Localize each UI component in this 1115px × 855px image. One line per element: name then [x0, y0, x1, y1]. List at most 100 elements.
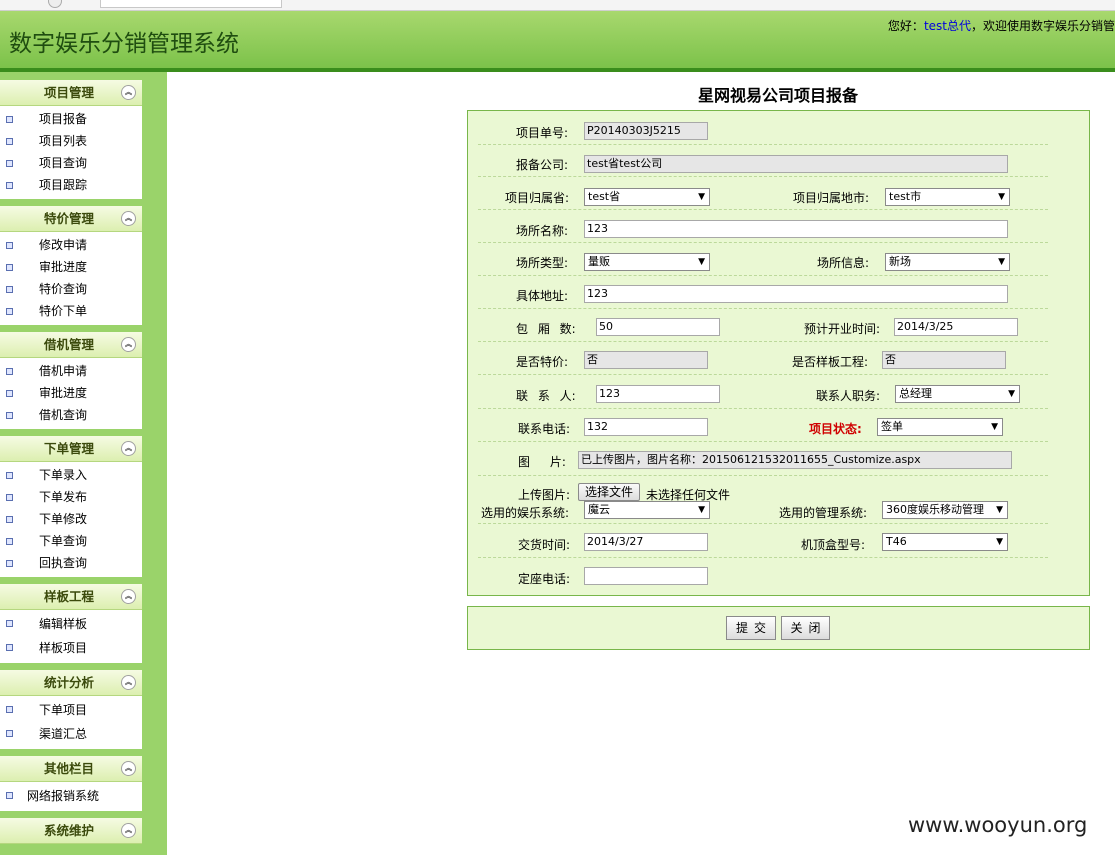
form-row: 具体地址: 123: [478, 276, 1048, 309]
rooms-input[interactable]: 50: [596, 318, 720, 336]
collapse-icon[interactable]: ︽: [121, 761, 136, 776]
sidebar-item-special-order[interactable]: 特价下单: [0, 300, 142, 322]
status-select[interactable]: 签单 ▼: [877, 418, 1003, 436]
sidebar-item-modify-request[interactable]: 修改申请: [0, 234, 142, 256]
current-user-link[interactable]: test总代: [924, 19, 971, 33]
collapse-icon[interactable]: ︽: [121, 441, 136, 456]
ent-system-select[interactable]: 魔云 ▼: [584, 501, 710, 519]
city-label: 项目归属地市:: [793, 191, 870, 205]
bullet-icon: [6, 494, 13, 501]
choose-file-button[interactable]: 选择文件: [578, 483, 641, 501]
collapse-icon[interactable]: ︽: [121, 337, 136, 352]
sidebar-section-title: 统计分析: [43, 675, 94, 690]
mgmt-system-select[interactable]: 360度娱乐移动管理 ▼: [882, 501, 1008, 519]
app-header: 数字娱乐分销管理系统 您好：test总代，欢迎使用数字娱乐分销管: [0, 11, 1115, 72]
company-label: 报备公司:: [516, 158, 569, 172]
bullet-icon: [6, 792, 13, 799]
sidebar-item-order-publish[interactable]: 下单发布: [0, 486, 142, 508]
contact-title-select[interactable]: 总经理 ▼: [895, 385, 1020, 403]
collapse-icon[interactable]: ︽: [121, 589, 136, 604]
sidebar-item-label: 审批进度: [39, 260, 88, 274]
collapse-icon[interactable]: ︽: [121, 823, 136, 838]
sidebar-item-label: 下单项目: [39, 703, 88, 717]
chevron-down-icon: ▼: [998, 257, 1005, 267]
sidebar-item-project-query[interactable]: 项目查询: [0, 152, 142, 174]
sidebar-section-other[interactable]: 其他栏目 ︽: [0, 756, 142, 782]
sidebar-item-edit-sample[interactable]: 编辑样板: [0, 612, 142, 636]
stb-model-select[interactable]: T46 ▼: [882, 533, 1008, 551]
form-row: 项目归属省: test省 ▼ 项目归属地市: test市 ▼: [478, 177, 1048, 210]
open-date-input[interactable]: 2014/3/25: [894, 318, 1018, 336]
sidebar-section-special-price[interactable]: 特价管理 ︽: [0, 206, 142, 232]
address-input[interactable]: 123: [584, 285, 1008, 303]
form-row: 场所名称: 123: [478, 210, 1048, 243]
sidebar: 项目管理 ︽ 项目报备 项目列表 项目查询 项目跟踪 特价管理 ︽ 修改申请 审…: [0, 72, 167, 855]
sidebar-item-expense-system[interactable]: 网络报销系统: [0, 784, 142, 808]
sidebar-item-channel-summary[interactable]: 渠道汇总: [0, 722, 142, 746]
city-select[interactable]: test市 ▼: [885, 188, 1010, 206]
sidebar-item-project-track[interactable]: 项目跟踪: [0, 174, 142, 196]
chevron-down-icon: ▼: [998, 192, 1005, 202]
browser-address-bar[interactable]: [100, 0, 282, 8]
delivery-date-input[interactable]: 2014/3/27: [584, 533, 708, 551]
sidebar-item-order-query[interactable]: 下单查询: [0, 530, 142, 552]
sidebar-item-project-report[interactable]: 项目报备: [0, 108, 142, 130]
sidebar-item-order-project[interactable]: 下单项目: [0, 698, 142, 722]
collapse-icon[interactable]: ︽: [121, 675, 136, 690]
landline-input[interactable]: [584, 567, 708, 585]
sidebar-item-project-list[interactable]: 项目列表: [0, 130, 142, 152]
sidebar-section-borrow[interactable]: 借机管理 ︽: [0, 332, 142, 358]
form-row: 交货时间: 2014/3/27 机顶盒型号: T46 ▼: [478, 524, 1048, 558]
bullet-icon: [6, 516, 13, 523]
sidebar-section-title: 特价管理: [43, 211, 94, 226]
action-bar: 提交 关闭: [467, 606, 1090, 650]
sidebar-item-borrow-approval[interactable]: 审批进度: [0, 382, 142, 404]
collapse-icon[interactable]: ︽: [121, 211, 136, 226]
sidebar-item-special-query[interactable]: 特价查询: [0, 278, 142, 300]
sidebar-item-label: 借机申请: [39, 364, 88, 378]
bullet-icon: [6, 182, 13, 189]
submit-button[interactable]: 提交: [726, 616, 776, 640]
sidebar-section-title: 样板工程: [43, 589, 94, 604]
sidebar-section-order[interactable]: 下单管理 ︽: [0, 436, 142, 462]
contact-title-label: 联系人职务:: [816, 389, 881, 403]
sidebar-item-borrow-request[interactable]: 借机申请: [0, 360, 142, 382]
sidebar-item-order-modify[interactable]: 下单修改: [0, 508, 142, 530]
project-no-field: P20140303J5215: [584, 122, 708, 140]
sidebar-item-approval-progress[interactable]: 审批进度: [0, 256, 142, 278]
province-select[interactable]: test省 ▼: [584, 188, 710, 206]
sidebar-item-sample-project[interactable]: 样板项目: [0, 636, 142, 660]
sidebar-item-receipt-query[interactable]: 回执查询: [0, 552, 142, 574]
sidebar-item-label: 项目报备: [39, 112, 88, 126]
phone-input[interactable]: 132: [584, 418, 708, 436]
app-title: 数字娱乐分销管理系统: [9, 31, 239, 57]
sidebar-section-sample[interactable]: 样板工程 ︽: [0, 584, 142, 610]
sidebar-section-project[interactable]: 项目管理 ︽: [0, 80, 142, 106]
welcome-text: 您好：test总代，欢迎使用数字娱乐分销管: [888, 17, 1115, 34]
rooms-label: 包 厢 数:: [516, 322, 576, 336]
ent-system-label: 选用的娱乐系统:: [481, 506, 570, 520]
collapse-icon[interactable]: ︽: [121, 85, 136, 100]
contact-input[interactable]: 123: [596, 385, 720, 403]
form-row: 是否特价: 否 是否样板工程: 否: [478, 342, 1048, 375]
venue-type-select[interactable]: 量贩 ▼: [584, 253, 710, 271]
close-button[interactable]: 关闭: [781, 616, 830, 640]
venue-name-input[interactable]: 123: [584, 220, 1008, 238]
form-row: 上传图片: 选择文件 未选择任何文件 选用的娱乐系统: 魔云 ▼ 选用的管理系统:…: [478, 476, 1048, 524]
chevron-down-icon: ▼: [991, 422, 998, 432]
bullet-icon: [6, 730, 13, 737]
sidebar-item-borrow-query[interactable]: 借机查询: [0, 404, 142, 426]
sidebar-item-label: 借机查询: [39, 408, 88, 422]
sidebar-item-order-entry[interactable]: 下单录入: [0, 464, 142, 486]
venue-info-label: 场所信息:: [817, 256, 870, 270]
stb-model-label: 机顶盒型号:: [801, 538, 866, 552]
venue-info-select[interactable]: 新场 ▼: [885, 253, 1010, 271]
sidebar-section-system[interactable]: 系统维护 ︽: [0, 818, 142, 844]
delivery-label: 交货时间:: [518, 538, 571, 552]
sidebar-section-stats[interactable]: 统计分析 ︽: [0, 670, 142, 696]
venue-type-value: 量贩: [588, 255, 610, 268]
project-report-form: 项目单号: P20140303J5215 报备公司: test省test公司 项…: [467, 110, 1090, 596]
bullet-icon: [6, 308, 13, 315]
browser-back-icon[interactable]: [48, 0, 62, 8]
venue-info-value: 新场: [889, 255, 911, 268]
